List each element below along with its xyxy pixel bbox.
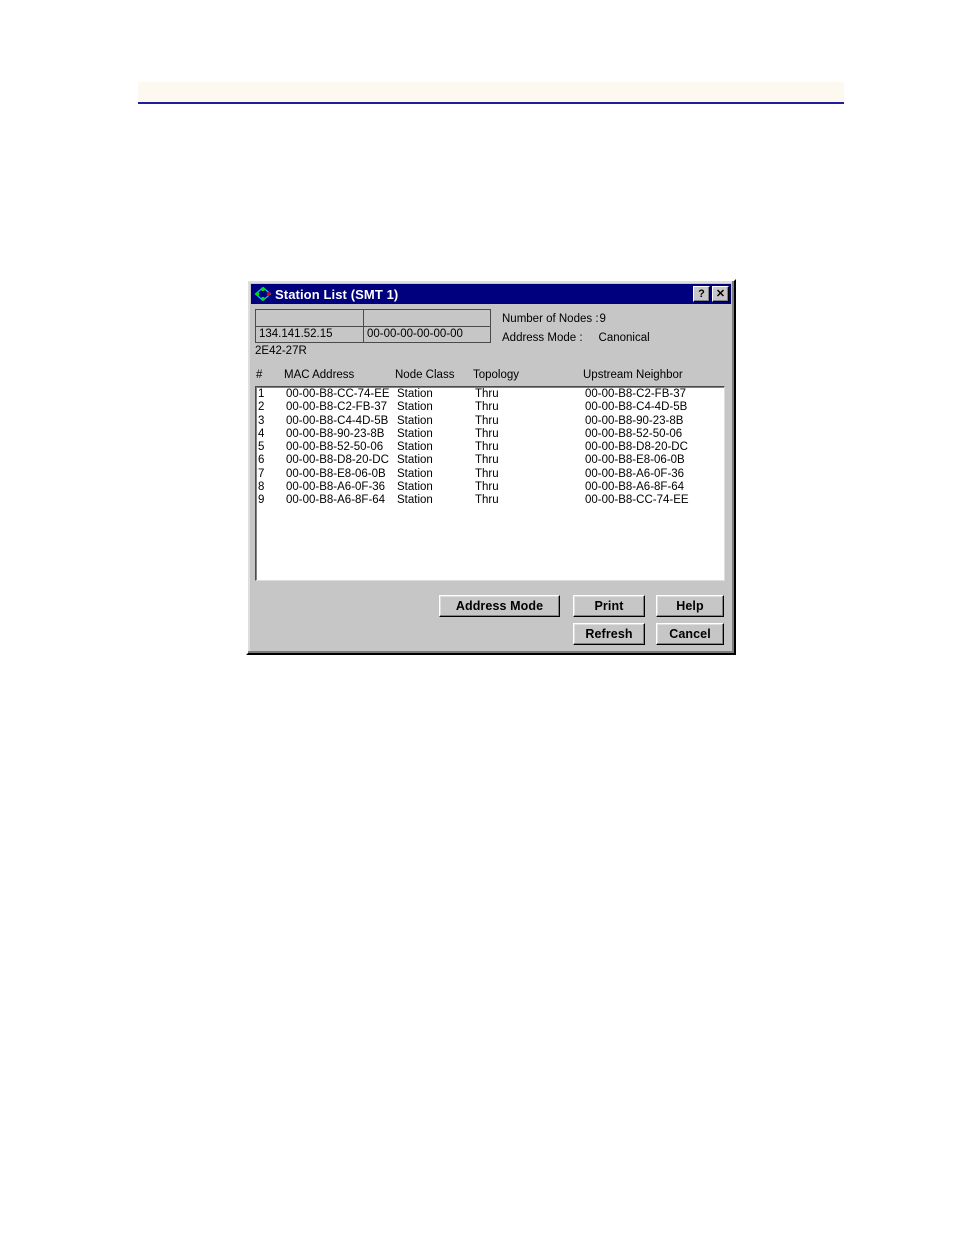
address-mode-value: Canonical	[598, 332, 650, 344]
table-row[interactable]: 1 00-00-B8-CC-74-EE Station Thru 00-00-B…	[256, 388, 724, 401]
row-mac: 00-00-B8-D8-20-DC	[286, 454, 389, 467]
device-mac-address: 00-00-00-00-00-00	[367, 328, 463, 341]
row-upstream: 00-00-B8-D8-20-DC	[585, 441, 688, 454]
row-class: Station	[397, 467, 433, 480]
row-mac: 00-00-B8-C2-FB-37	[286, 401, 387, 414]
row-topology: Thru	[475, 481, 499, 494]
row-topology: Thru	[475, 441, 499, 454]
fddi-ring-icon	[254, 286, 272, 302]
row-upstream: 00-00-B8-A6-0F-36	[585, 467, 685, 480]
row-topology: Thru	[475, 467, 499, 480]
row-class: Station	[397, 454, 433, 467]
help-button[interactable]: Help	[656, 595, 724, 617]
table-row[interactable]: 3 00-00-B8-C4-4D-5B Station Thru 00-00-B…	[256, 415, 724, 428]
row-class: Station	[397, 441, 433, 454]
print-button[interactable]: Print	[573, 595, 645, 617]
row-topology: Thru	[475, 401, 499, 414]
row-number: 6	[258, 454, 265, 467]
row-upstream: 00-00-B8-C2-FB-37	[585, 388, 686, 400]
row-upstream: 00-00-B8-90-23-8B	[585, 414, 684, 427]
cancel-button[interactable]: Cancel	[656, 623, 724, 645]
station-table-header: # MAC Address Node Class Topology Upstre…	[255, 369, 725, 385]
address-mode-label: Address Mode :	[502, 332, 583, 344]
row-class: Station	[397, 494, 433, 507]
table-row[interactable]: 9 00-00-B8-A6-8F-64 Station Thru 00-00-B…	[256, 494, 724, 507]
help-titlebar-button[interactable]: ?	[693, 286, 710, 302]
column-header-upstream: Upstream Neighbor	[583, 369, 683, 381]
row-mac: 00-00-B8-E8-06-0B	[286, 467, 386, 480]
row-number: 4	[258, 427, 265, 440]
device-model-label: 2E42-27R	[255, 345, 307, 357]
device-info-row-bottom: 134.141.52.15 00-00-00-00-00-00	[256, 326, 490, 342]
row-class: Station	[397, 414, 433, 427]
row-class: Station	[397, 481, 433, 494]
row-topology: Thru	[475, 414, 499, 427]
close-titlebar-button[interactable]: ✕	[712, 286, 729, 302]
device-info-top-cell-1	[256, 310, 364, 326]
table-row[interactable]: 2 00-00-B8-C2-FB-37 Station Thru 00-00-B…	[256, 401, 724, 414]
device-info-table: 134.141.52.15 00-00-00-00-00-00	[255, 309, 491, 343]
number-of-nodes-value: 9	[599, 313, 606, 325]
row-mac: 00-00-B8-A6-8F-64	[286, 494, 386, 507]
row-topology: Thru	[475, 494, 499, 507]
column-header-class: Node Class	[395, 369, 455, 381]
table-row[interactable]: 8 00-00-B8-A6-0F-36 Station Thru 00-00-B…	[256, 481, 724, 494]
titlebar-buttons: ? ✕	[693, 286, 729, 302]
row-mac: 00-00-B8-CC-74-EE	[286, 388, 390, 400]
address-mode-line: Address Mode : Canonical	[502, 329, 650, 348]
row-mac: 00-00-B8-A6-0F-36	[286, 481, 386, 494]
row-number: 9	[258, 494, 265, 507]
dialog-titlebar: Station List (SMT 1) ? ✕	[251, 284, 731, 304]
column-header-topology: Topology	[473, 369, 520, 381]
row-number: 3	[258, 414, 265, 427]
number-of-nodes-label: Number of Nodes :	[502, 313, 599, 325]
row-upstream: 00-00-B8-CC-74-EE	[585, 494, 689, 507]
row-upstream: 00-00-B8-52-50-06	[585, 427, 683, 440]
device-ip-address: 134.141.52.15	[256, 326, 364, 342]
row-topology: Thru	[475, 454, 499, 467]
row-mac: 00-00-B8-C4-4D-5B	[286, 414, 389, 427]
row-number: 5	[258, 441, 265, 454]
row-class: Station	[397, 427, 433, 440]
row-number: 2	[258, 401, 265, 414]
device-info-top-cell-2	[364, 310, 490, 326]
row-class: Station	[397, 388, 433, 400]
refresh-button[interactable]: Refresh	[573, 623, 645, 645]
table-row[interactable]: 7 00-00-B8-E8-06-0B Station Thru 00-00-B…	[256, 468, 724, 481]
page-header-band	[138, 82, 844, 104]
dialog-title: Station List (SMT 1)	[275, 286, 399, 302]
table-row[interactable]: 6 00-00-B8-D8-20-DC Station Thru 00-00-B…	[256, 454, 724, 467]
column-header-number: #	[256, 369, 263, 381]
row-number: 1	[258, 388, 265, 400]
row-upstream: 00-00-B8-C4-4D-5B	[585, 401, 688, 414]
row-mac: 00-00-B8-90-23-8B	[286, 427, 385, 440]
row-upstream: 00-00-B8-A6-8F-64	[585, 481, 685, 494]
row-class: Station	[397, 401, 433, 414]
row-mac: 00-00-B8-52-50-06	[286, 441, 384, 454]
row-upstream: 00-00-B8-E8-06-0B	[585, 454, 685, 467]
station-list-box[interactable]: 1 00-00-B8-CC-74-EE Station Thru 00-00-B…	[255, 386, 725, 581]
row-number: 7	[258, 467, 265, 480]
column-header-mac: MAC Address	[284, 369, 355, 381]
table-row[interactable]: 5 00-00-B8-52-50-06 Station Thru 00-00-B…	[256, 441, 724, 454]
number-of-nodes-line: Number of Nodes : 9	[502, 310, 650, 329]
device-info-row-top	[256, 310, 490, 327]
row-topology: Thru	[475, 427, 499, 440]
address-mode-button[interactable]: Address Mode	[439, 595, 560, 617]
table-row[interactable]: 4 00-00-B8-90-23-8B Station Thru 00-00-B…	[256, 428, 724, 441]
station-list-dialog: Station List (SMT 1) ? ✕ 134.141.52.15 0…	[246, 279, 736, 655]
dialog-stats: Number of Nodes : 9 Address Mode : Canon…	[502, 310, 650, 348]
row-number: 8	[258, 481, 265, 494]
row-topology: Thru	[475, 388, 499, 400]
